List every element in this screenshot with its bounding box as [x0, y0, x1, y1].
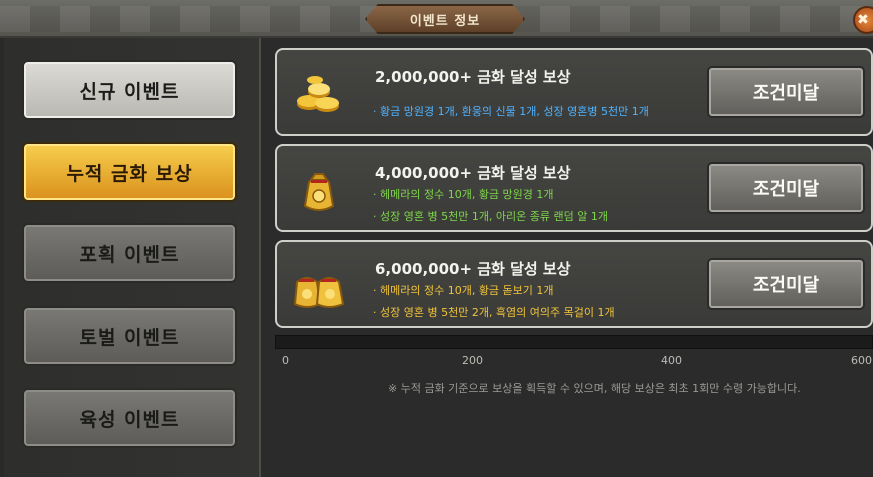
claim-button-label: 조건미달	[752, 83, 820, 104]
claim-button-label: 조건미달	[752, 179, 820, 200]
reward-card-6m: 6,000,000+ 금화 달성 보상 · 헤메라의 정수 10개, 황금 돋보…	[275, 240, 873, 328]
reward-line: · 성장 영혼 병 5천만 1개, 아리온 종류 랜덤 알 1개	[373, 210, 608, 223]
window-title: 이벤트 정보	[409, 13, 481, 29]
reward-line: · 헤메라의 정수 10개, 황금 망원경 1개	[373, 188, 554, 201]
sidebar-item-growth-event[interactable]: 육성 이벤트	[22, 388, 237, 448]
reward-note: ※ 누적 금화 기준으로 보상을 획득할 수 있으며, 해당 보상은 최초 1회…	[388, 382, 801, 395]
gold-bag-icon	[303, 173, 335, 211]
reward-card-2m: 2,000,000+ 금화 달성 보상 · 황금 망원경 1개, 환웅의 신물 …	[275, 48, 873, 136]
close-button[interactable]: ✖	[853, 6, 873, 34]
sidebar-item-label: 토벌 이벤트	[79, 326, 180, 349]
progress-tick-label: 600	[851, 354, 872, 367]
sidebar-item-label: 육성 이벤트	[79, 408, 180, 431]
gold-coins-icon	[297, 76, 339, 112]
sidebar-item-label: 포획 이벤트	[79, 243, 180, 266]
window-title-plate: 이벤트 정보	[365, 4, 525, 34]
reward-title: 4,000,000+ 금화 달성 보상	[375, 164, 571, 182]
sidebar-item-label: 신규 이벤트	[79, 80, 180, 103]
reward-card-4m: 4,000,000+ 금화 달성 보상 · 헤메라의 정수 10개, 황금 망원…	[275, 144, 873, 232]
claim-button[interactable]: 조건미달	[707, 66, 865, 118]
progress-tick-label: 200	[462, 354, 483, 367]
sidebar-item-cumulative-gold[interactable]: 누적 금화 보상	[22, 142, 237, 202]
gold-bags-icon	[293, 277, 345, 308]
sidebar-item-subjugation-event[interactable]: 토벌 이벤트	[22, 306, 237, 366]
sidebar-item-label: 누적 금화 보상	[66, 162, 193, 185]
reward-title: 2,000,000+ 금화 달성 보상	[375, 68, 571, 86]
gold-progress-bar	[275, 335, 873, 349]
sidebar-item-new-event[interactable]: 신규 이벤트	[22, 60, 237, 120]
reward-line: · 헤메라의 정수 10개, 황금 돋보기 1개	[373, 284, 554, 297]
reward-line: · 성장 영혼 병 5천만 2개, 흑염의 여의주 목걸이 1개	[373, 306, 615, 319]
claim-button[interactable]: 조건미달	[707, 258, 865, 310]
claim-button[interactable]: 조건미달	[707, 162, 865, 214]
reward-title: 6,000,000+ 금화 달성 보상	[375, 260, 571, 278]
reward-line: · 황금 망원경 1개, 환웅의 신물 1개, 성장 영혼병 5천만 1개	[373, 105, 649, 118]
close-icon: ✖	[857, 12, 869, 28]
claim-button-label: 조건미달	[752, 275, 820, 296]
sidebar-item-capture-event[interactable]: 포획 이벤트	[22, 223, 237, 283]
progress-tick-label: 400	[661, 354, 682, 367]
progress-tick-label: 0	[282, 354, 289, 367]
